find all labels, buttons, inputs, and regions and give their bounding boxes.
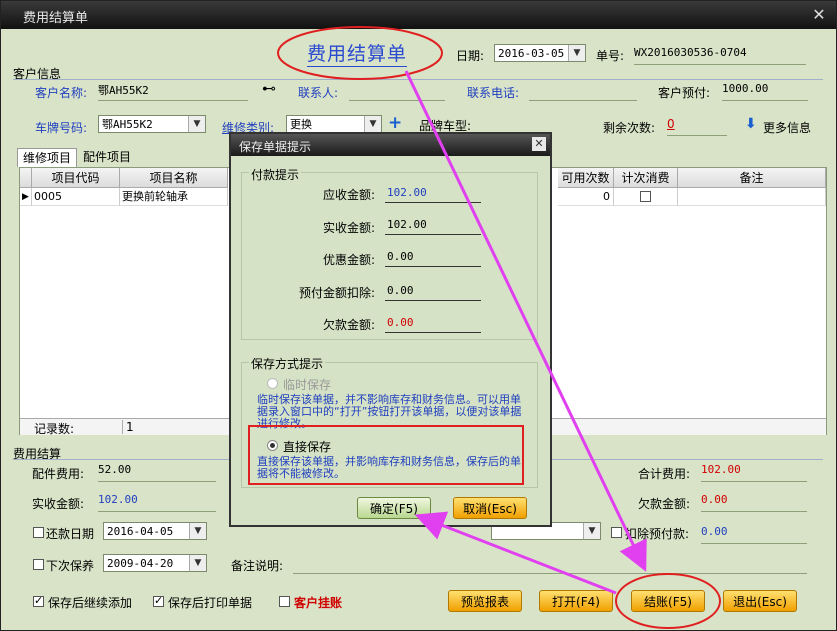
checkout-highlight-ellipse: [615, 573, 721, 629]
direct-save-highlight-box: [248, 425, 524, 485]
arrow-to-confirm: [414, 511, 617, 595]
title-highlight-ellipse: [277, 26, 443, 80]
arrow-to-checkout: [404, 70, 647, 572]
settlement-window: 费用结算单 ✕ 费用结算单 日期: 2016-03-05 ▼ 单号: WX201…: [0, 0, 837, 631]
annotation-overlay: [248, 26, 721, 629]
